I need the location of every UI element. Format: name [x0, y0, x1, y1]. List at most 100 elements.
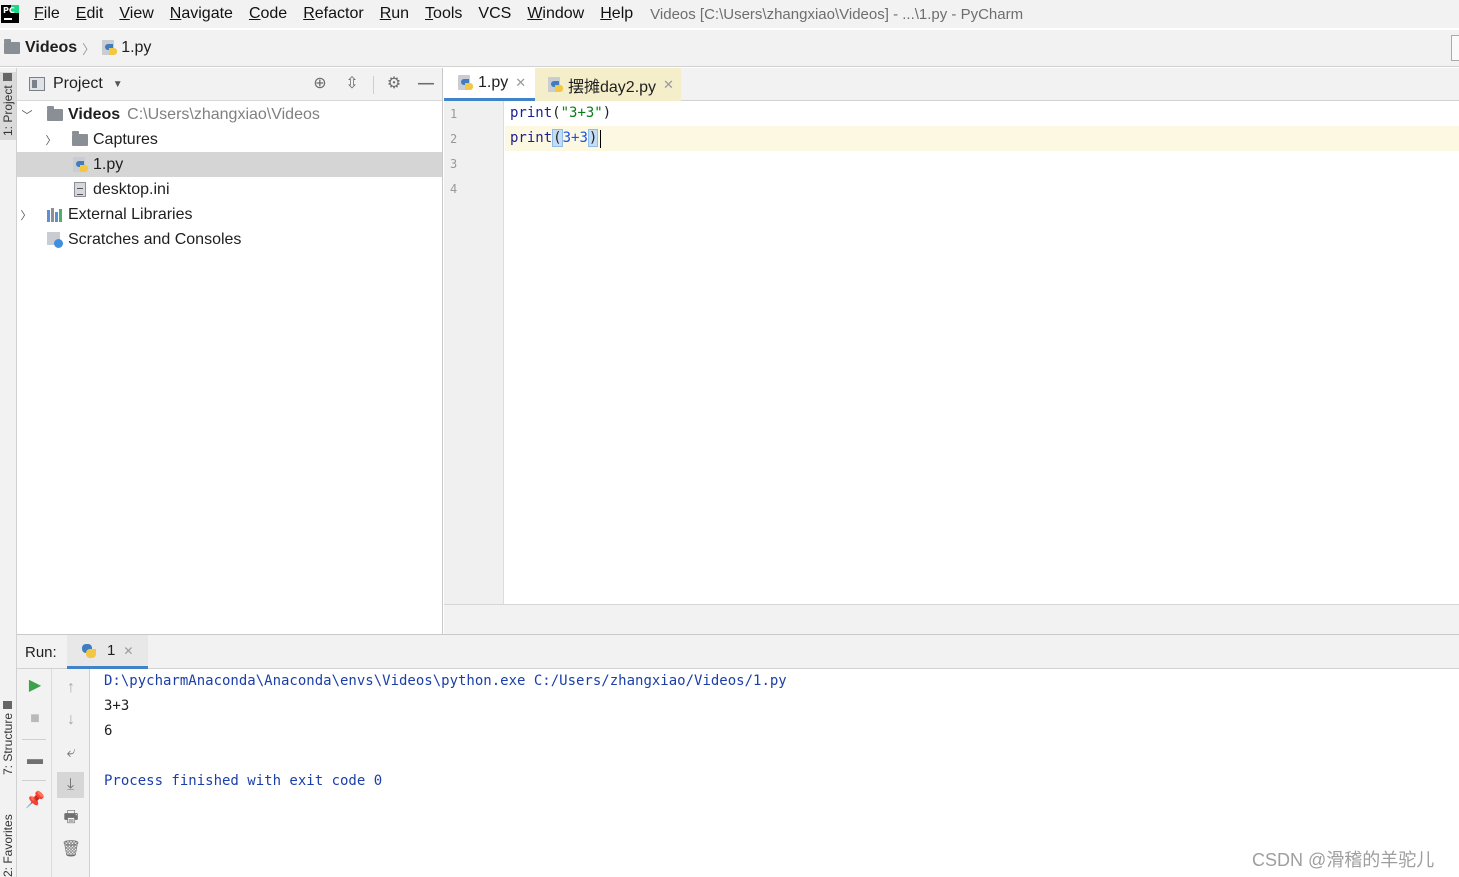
- editor-tab-label: 摆摊day2.py: [568, 78, 657, 96]
- tree-item-videos[interactable]: ﹀ Videos C:\Users\zhangxiao\Videos: [17, 102, 442, 127]
- trash-icon[interactable]: 🗑: [60, 839, 82, 861]
- tree-item-label: Scratches and Consoles: [68, 230, 242, 248]
- tree-item-label: desktop.ini: [93, 180, 170, 198]
- code-token: print: [510, 105, 553, 121]
- locate-file-icon[interactable]: ⊕: [311, 75, 329, 93]
- tree-item-1py[interactable]: 1.py: [17, 152, 442, 177]
- tree-item-captures[interactable]: 〉 Captures: [17, 127, 442, 152]
- tool-tab-project[interactable]: 1: Project: [0, 72, 16, 140]
- run-tab-1[interactable]: 1 ✕: [67, 635, 148, 669]
- console-line: D:\pycharmAnaconda\Anaconda\envs\Videos\…: [104, 673, 787, 689]
- tree-item-scratches[interactable]: Scratches and Consoles: [17, 227, 442, 252]
- hide-panel-icon[interactable]: —: [417, 75, 435, 93]
- scroll-to-end-icon[interactable]: ⤓: [57, 772, 84, 798]
- tree-item-label: External Libraries: [68, 205, 193, 223]
- tree-item-desktop-ini[interactable]: desktop.ini: [17, 177, 442, 202]
- close-icon[interactable]: ✕: [663, 77, 674, 93]
- python-icon: [81, 643, 97, 659]
- editor-tab-label: 1.py: [478, 74, 509, 91]
- menu-bar: PC File Edit View Navigate Code Refactor…: [0, 0, 1459, 28]
- close-icon[interactable]: ✕: [123, 644, 133, 658]
- run-tool-header: Run: 1 ✕: [17, 634, 1459, 669]
- library-icon: [47, 207, 63, 222]
- chevron-right-icon[interactable]: 〉: [20, 207, 32, 223]
- pin-icon[interactable]: 📌: [24, 790, 46, 812]
- console-line: 3+3: [104, 698, 130, 714]
- menu-edit[interactable]: Edit: [76, 5, 104, 23]
- toolbar-divider: [22, 739, 46, 740]
- tool-tab-project-label: 1: Project: [1, 85, 15, 136]
- close-icon[interactable]: ✕: [515, 75, 526, 91]
- watermark: CSDN @滑稽的羊驼儿: [1252, 850, 1435, 870]
- stop-icon[interactable]: ■: [24, 708, 46, 730]
- pycharm-logo-icon: PC: [1, 5, 19, 23]
- editor-gutter[interactable]: 1 2 3 4: [444, 101, 504, 604]
- navbar-overflow-button[interactable]: [1451, 35, 1459, 61]
- header-divider: [373, 76, 374, 94]
- run-toolbar-secondary: ↑ ↓ ⤶ ⤓ 🖶 🗑: [52, 669, 90, 877]
- editor-tab-day2[interactable]: 摆摊day2.py ✕: [535, 68, 681, 101]
- python-file-icon: [72, 156, 88, 173]
- code-token: (: [552, 105, 561, 121]
- folder-icon: [47, 105, 63, 121]
- collapse-all-icon[interactable]: ⇳: [343, 75, 361, 93]
- run-icon[interactable]: ▶: [24, 675, 46, 697]
- tool-tab-favorites[interactable]: 2: Favorites: [0, 800, 16, 877]
- gear-icon[interactable]: ⚙: [385, 75, 403, 93]
- project-view-icon: [29, 77, 45, 91]
- editor-bottom-strip: [444, 604, 1459, 634]
- menu-code[interactable]: Code: [249, 5, 287, 23]
- editor-tab-1py[interactable]: 1.py ✕: [444, 68, 535, 101]
- layout-icon[interactable]: ▬: [24, 749, 46, 771]
- menu-tools[interactable]: Tools: [425, 5, 462, 23]
- code-token: 3+3: [562, 130, 588, 146]
- chevron-down-icon[interactable]: ﹀: [21, 107, 33, 123]
- menu-vcs[interactable]: VCS: [478, 5, 511, 23]
- chevron-down-icon[interactable]: ▼: [113, 79, 123, 90]
- line-number: 2: [450, 132, 458, 146]
- structure-tool-icon: [3, 700, 13, 709]
- python-file-icon: [457, 75, 473, 91]
- tree-item-label: Videos: [68, 105, 121, 123]
- python-file-icon: [547, 76, 563, 93]
- navigation-bar: Videos 〉 1.py: [0, 30, 1459, 67]
- console-line: 6: [104, 723, 113, 739]
- breadcrumb-separator-icon: 〉: [82, 41, 96, 57]
- line-number: 3: [450, 157, 458, 171]
- tree-item-label: 1.py: [93, 155, 124, 173]
- menu-run[interactable]: Run: [380, 5, 409, 23]
- run-tab-label: 1: [107, 642, 116, 659]
- project-view-selector[interactable]: Project: [53, 75, 103, 93]
- run-label: Run:: [25, 644, 57, 661]
- menu-file[interactable]: File: [34, 5, 60, 23]
- editor-tab-bar: 1.py ✕ 摆摊day2.py ✕: [444, 68, 1459, 101]
- menu-window[interactable]: Window: [527, 5, 584, 23]
- print-icon[interactable]: 🖶: [60, 807, 82, 829]
- breadcrumb-file[interactable]: 1.py: [121, 39, 151, 57]
- breadcrumb-folder[interactable]: Videos: [25, 39, 77, 57]
- code-editor[interactable]: print("3+3") print(3+3): [505, 101, 1459, 604]
- project-tool-window: Project ▼ ⊕ ⇳ ⚙ — ﹀ Videos C:\Users\zhan…: [17, 68, 443, 634]
- tree-item-label: Captures: [93, 130, 158, 148]
- soft-wrap-icon[interactable]: ⤶: [60, 742, 82, 764]
- chevron-right-icon[interactable]: 〉: [45, 132, 57, 148]
- code-token: (: [552, 129, 563, 147]
- code-token: print: [510, 130, 553, 146]
- scratches-icon: [47, 231, 63, 248]
- menu-help[interactable]: Help: [600, 5, 633, 23]
- tool-tab-structure-label: 7: Structure: [1, 712, 15, 775]
- left-tool-stripe: 1: Project 7: Structure 2: Favorites: [0, 68, 17, 877]
- menu-view[interactable]: View: [119, 5, 153, 23]
- code-line-2: print(3+3): [510, 126, 599, 151]
- menu-navigate[interactable]: Navigate: [170, 5, 233, 23]
- tree-item-external-libraries[interactable]: 〉 External Libraries: [17, 202, 442, 227]
- arrow-down-icon[interactable]: ↓: [60, 709, 82, 731]
- console-line: Process finished with exit code 0: [104, 773, 383, 789]
- run-toolbar-primary: ▶ ■ ▬ 📌: [17, 669, 52, 877]
- tree-item-path: C:\Users\zhangxiao\Videos: [127, 105, 320, 123]
- menu-refactor[interactable]: Refactor: [303, 5, 363, 23]
- tool-tab-structure[interactable]: 7: Structure: [0, 680, 16, 775]
- tool-tab-favorites-label: 2: Favorites: [1, 814, 15, 877]
- text-caret: [600, 130, 601, 148]
- arrow-up-icon[interactable]: ↑: [60, 677, 82, 699]
